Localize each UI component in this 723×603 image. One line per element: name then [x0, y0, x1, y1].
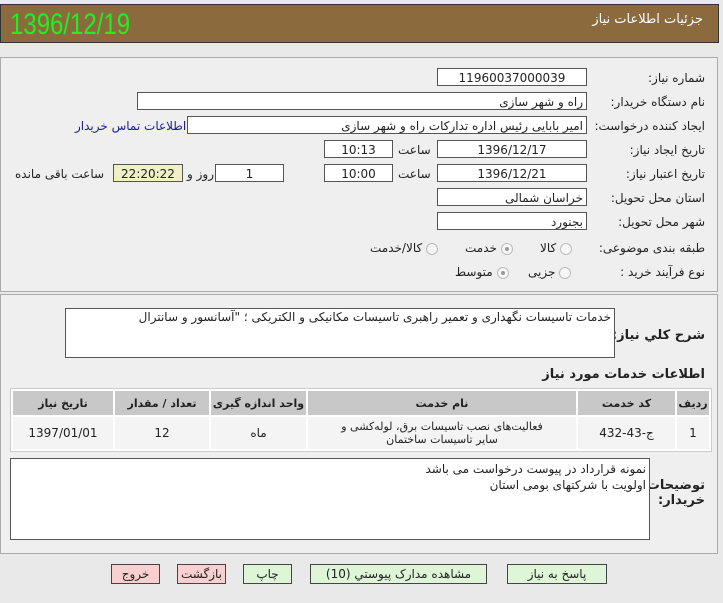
col-unit: واحد اندازه گیری [211, 391, 306, 415]
process-option-minor[interactable]: جزیی [528, 265, 572, 279]
category-option-goods[interactable]: کالا [540, 241, 573, 255]
notes-line: نمونه قرارداد در پیوست درخواست می باشد [425, 462, 647, 476]
creator-field: امیر بابایی رئیس اداره تدارکات راه و شهر… [187, 116, 587, 134]
col-qty: تعداد / مقدار [115, 391, 209, 415]
cell-code: ج-43-432 [578, 417, 675, 449]
services-table: ردیف کد خدمت نام خدمت واحد اندازه گیری ت… [10, 388, 712, 452]
cell-row: 1 [677, 417, 709, 449]
province-field: خراسان شمالی [437, 188, 587, 206]
col-code: کد خدمت [578, 391, 675, 415]
description-textarea[interactable]: خدمات تاسیسات نگهداری و تعمیر راهبری تاس… [65, 308, 615, 358]
city-field: بجنورد [437, 212, 587, 230]
table-row: 1 ج-43-432 فعالیت‌های نصب تاسیسات برق، ل… [13, 417, 709, 449]
radio-selected-icon[interactable] [496, 266, 509, 279]
print-button[interactable]: چاپ [243, 564, 292, 584]
expiry-time-label: ساعت [398, 167, 431, 181]
cell-unit: ماه [211, 417, 306, 449]
created-time-field: 10:13 [324, 140, 393, 158]
countdown-timer: 22:20:22 [113, 164, 183, 182]
radio-icon[interactable] [426, 242, 439, 255]
cell-name: فعالیت‌های نصب تاسیسات برق، لوله‌کشی و س… [308, 417, 576, 449]
col-name: نام خدمت [308, 391, 576, 415]
page-title: جزئیات اطلاعات نیاز [592, 12, 703, 27]
created-date-field: 1396/12/17 [437, 140, 587, 158]
process-option-medium[interactable]: متوسط [455, 265, 509, 279]
reply-button[interactable]: پاسخ به نیاز [507, 564, 607, 584]
description-label: شرح کلي نياز: [611, 328, 705, 343]
province-label: استان محل تحویل: [610, 191, 705, 205]
expiry-date-field: 1396/12/21 [437, 164, 587, 182]
col-date: تاریخ نیاز [13, 391, 113, 415]
back-button[interactable]: بازگشت [177, 564, 226, 584]
buyer-contact-link[interactable]: اطلاعات تماس خریدار [75, 119, 186, 133]
buyer-label: نام دستگاه خریدار: [610, 95, 706, 109]
expiry-date-label: تاریخ اعتبار نیاز: [625, 167, 705, 181]
col-row: ردیف [677, 391, 709, 415]
creator-label: ایجاد کننده درخواست: [594, 119, 705, 133]
header-date: 1396/12/19 [10, 8, 131, 41]
days-remaining-field: 1 [215, 164, 284, 182]
category-option-service[interactable]: خدمت [465, 241, 513, 255]
category-option-both[interactable]: کالا/خدمت [370, 241, 439, 255]
remaining-label: ساعت باقی مانده [15, 167, 105, 181]
cell-date: 1397/01/01 [13, 417, 113, 449]
created-date-label: تاریخ ایجاد نیاز: [629, 143, 705, 157]
buyer-field: راه و شهر سازی [137, 92, 587, 110]
need-number-field: 11960037000039 [437, 68, 587, 86]
radio-selected-icon[interactable] [500, 242, 513, 255]
services-title: اطلاعات خدمات مورد نیاز [542, 367, 705, 382]
category-label: طبقه بندی موضوعی: [598, 241, 705, 255]
radio-icon[interactable] [559, 266, 572, 279]
exit-button[interactable]: خروج [111, 564, 160, 584]
expiry-time-field: 10:00 [324, 164, 393, 182]
notes-label: توضیحات خریدار: [646, 478, 705, 508]
radio-icon[interactable] [560, 242, 573, 255]
view-attachments-button[interactable]: مشاهده مدارک پیوستي (10) [310, 564, 487, 584]
process-label: نوع فرآیند خرید : [620, 265, 705, 279]
need-number-label: شماره نیاز: [648, 71, 705, 85]
table-header-row: ردیف کد خدمت نام خدمت واحد اندازه گیری ت… [13, 391, 709, 415]
notes-textarea[interactable]: نمونه قرارداد در پیوست درخواست می باشد ا… [10, 458, 650, 540]
city-label: شهر محل تحویل: [618, 215, 705, 229]
days-label: روز و [187, 167, 214, 181]
notes-line: اولویت با شرکتهای بومی استان [489, 478, 646, 492]
created-time-label: ساعت [398, 143, 431, 157]
cell-qty: 12 [115, 417, 209, 449]
